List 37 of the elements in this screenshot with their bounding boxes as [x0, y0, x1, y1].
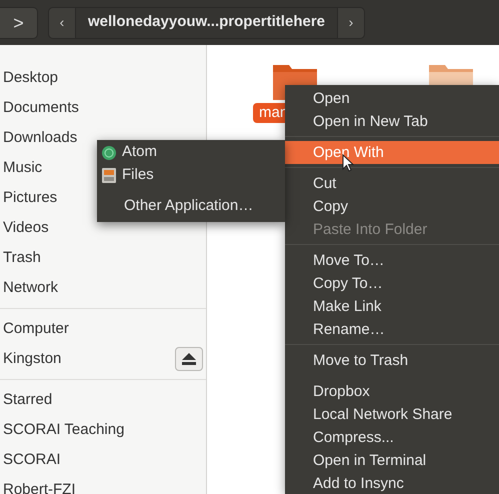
menu-item[interactable]: Move to Trash: [285, 349, 499, 372]
eject-button[interactable]: [175, 347, 203, 371]
file-cabinet-icon: [102, 168, 116, 183]
sidebar-item[interactable]: Kingston: [3, 348, 62, 370]
path-back-button[interactable]: ‹: [49, 8, 75, 38]
menu-item[interactable]: Copy To…: [285, 272, 499, 295]
menu-item[interactable]: Compress...: [285, 426, 499, 449]
menu-item[interactable]: Open in Terminal: [285, 449, 499, 472]
menu-item[interactable]: Copy: [285, 195, 499, 218]
atom-app-icon: [102, 146, 116, 160]
sidebar-item[interactable]: Documents: [3, 96, 79, 120]
sidebar-item[interactable]: Starred: [3, 388, 52, 412]
sidebar-item[interactable]: Downloads: [3, 126, 78, 150]
menu-item[interactable]: Dropbox: [285, 380, 499, 403]
menu-item[interactable]: Rename…: [285, 318, 499, 341]
menu-item[interactable]: Cut: [285, 172, 499, 195]
sidebar-item[interactable]: SCORAI Teaching: [3, 418, 124, 442]
sidebar-item[interactable]: Music: [3, 156, 42, 180]
sidebar-item[interactable]: Trash: [3, 246, 41, 270]
menu-item[interactable]: Files: [122, 164, 154, 187]
sidebar-item[interactable]: Network: [3, 276, 58, 300]
sidebar-item[interactable]: Computer: [3, 318, 69, 340]
sidebar-item[interactable]: Robert-FZI: [3, 478, 76, 494]
menu-item[interactable]: Move To…: [285, 249, 499, 272]
menu-item[interactable]: Make Link: [285, 295, 499, 318]
sidebar-item[interactable]: Pictures: [3, 186, 58, 210]
eject-icon: [182, 353, 196, 365]
menu-item[interactable]: Local Network Share: [285, 403, 499, 426]
forward-button[interactable]: >: [0, 6, 38, 38]
path-forward-button[interactable]: ›: [338, 8, 364, 38]
sidebar-item[interactable]: SCORAI: [3, 448, 61, 472]
path-button[interactable]: wellonedayyouw...propertitlehere: [75, 8, 338, 38]
sidebar-item[interactable]: Desktop: [3, 66, 58, 90]
menu-item[interactable]: Add to Insync: [285, 472, 499, 494]
sidebar-item[interactable]: Videos: [3, 216, 49, 240]
menu-item[interactable]: Atom: [122, 141, 158, 164]
menu-item[interactable]: Other Application…: [124, 195, 254, 218]
